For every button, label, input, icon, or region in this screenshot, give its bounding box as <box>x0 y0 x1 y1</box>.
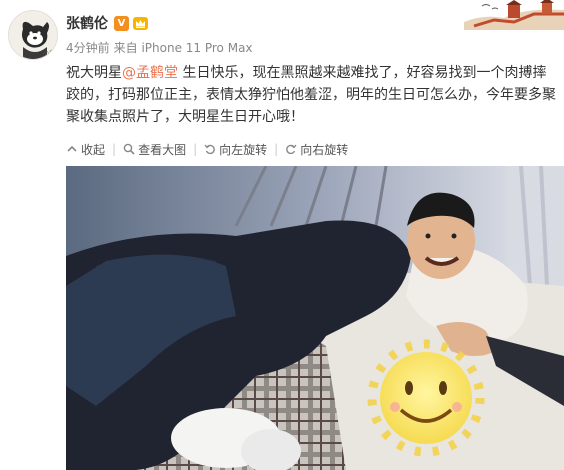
post-text-before: 祝大明星 <box>66 65 122 81</box>
rotate-right-button[interactable]: 向右旋转 <box>285 141 348 158</box>
collapse-icon <box>67 145 77 152</box>
rotate-left-label: 向左旋转 <box>219 142 268 157</box>
cartoon-dog-avatar-icon: 小白 <box>9 11 57 59</box>
collapse-label: 收起 <box>81 142 106 157</box>
weibo-post: 小白 张鹤伦 V 4分钟前来自 iPhone 11 Pro Max 祝大明星@ <box>0 0 564 470</box>
rotate-right-label: 向右旋转 <box>300 142 349 157</box>
collapse-button[interactable]: 收起 <box>66 141 105 158</box>
avatar-caption: 小白 <box>43 49 55 57</box>
toolbar-divider: | <box>112 142 117 156</box>
rotate-left-icon <box>204 144 215 155</box>
view-large-label: 查看大图 <box>138 142 187 157</box>
post-photo[interactable] <box>66 166 564 470</box>
great-wall-decoration <box>464 0 564 30</box>
view-large-button[interactable]: 查看大图 <box>123 141 186 158</box>
rotate-left-button[interactable]: 向左旋转 <box>204 141 267 158</box>
crown-icon[interactable] <box>132 16 149 31</box>
verified-badge[interactable]: V <box>114 15 129 31</box>
avatar[interactable]: 小白 <box>8 10 58 60</box>
toolbar-divider: | <box>274 142 279 156</box>
user-row: 张鹤伦 V <box>66 12 149 34</box>
mention-link[interactable]: @孟鹤堂 <box>122 65 178 81</box>
post-time[interactable]: 4分钟前 <box>66 41 110 55</box>
post-text: 祝大明星@孟鹤堂 生日快乐，现在黑照越来越难找了，好容易找到一个肉搏摔跤的，打码… <box>66 62 556 128</box>
post-meta: 4分钟前 来自 iPhone 11 Pro Max <box>66 39 253 56</box>
zoom-icon <box>123 143 135 155</box>
image-toolbar: 收起 | 查看大图 | 向左旋转 | 向右旋转 <box>66 139 348 159</box>
photo-content <box>66 166 564 470</box>
username[interactable]: 张鹤伦 <box>66 13 108 33</box>
post-source: 来自 iPhone 11 Pro Max <box>113 41 253 55</box>
rotate-right-icon <box>286 144 297 155</box>
toolbar-divider: | <box>193 142 198 156</box>
